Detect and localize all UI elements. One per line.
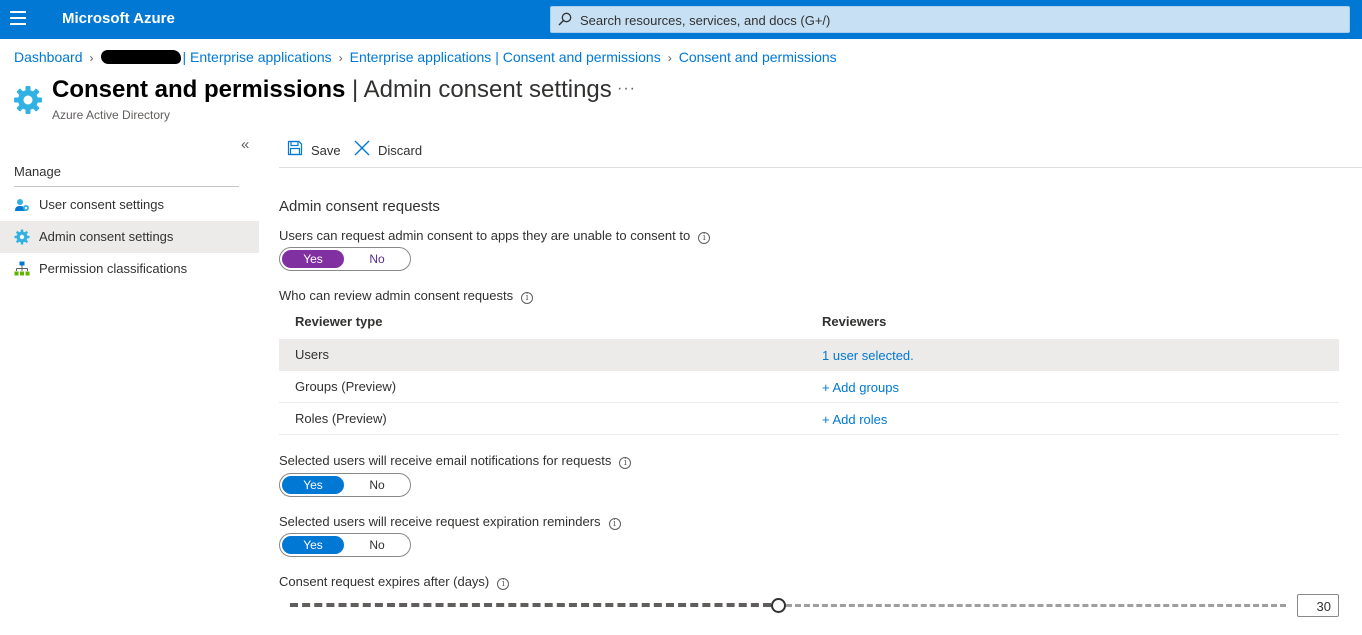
- expiry-days-input[interactable]: 30: [1297, 594, 1339, 617]
- column-header-reviewers: Reviewers: [822, 314, 887, 329]
- toggle-yes-option[interactable]: Yes: [282, 250, 344, 268]
- slider-thumb[interactable]: [770, 598, 786, 613]
- more-options-icon[interactable]: ···: [617, 80, 636, 98]
- breadcrumb-separator-icon: ›: [667, 51, 672, 65]
- search-input[interactable]: Search resources, services, and docs (G+…: [550, 6, 1350, 33]
- request-consent-toggle[interactable]: Yes No: [279, 247, 411, 271]
- save-button[interactable]: Save: [287, 140, 343, 162]
- close-icon: [354, 140, 370, 156]
- column-header-reviewer-type: Reviewer type: [295, 314, 383, 329]
- discard-button[interactable]: Discard: [354, 140, 424, 162]
- sidebar-item-user-consent-settings[interactable]: User consent settings: [0, 189, 259, 221]
- search-icon: [558, 12, 572, 26]
- breadcrumb-separator-icon: ›: [89, 51, 94, 65]
- email-notifications-label: Selected users will receive email notifi…: [279, 453, 632, 469]
- sidebar-item-permission-classifications[interactable]: Permission classifications: [0, 253, 259, 285]
- table-row: Users 1 user selected.: [279, 339, 1339, 371]
- breadcrumb-separator-icon: ›: [338, 51, 343, 65]
- slider-track-filled: [290, 603, 771, 607]
- divider: [279, 167, 1362, 168]
- expiration-reminders-toggle[interactable]: Yes No: [279, 533, 411, 557]
- table-row: Groups (Preview) + Add groups: [279, 371, 1339, 403]
- reviewer-type-cell: Users: [295, 347, 329, 362]
- redacted-tenant: [100, 50, 181, 64]
- toggle-yes-option[interactable]: Yes: [282, 476, 344, 494]
- page-subtitle: Azure Active Directory: [52, 108, 171, 122]
- reviewers-label: Who can review admin consent requests i: [279, 288, 534, 304]
- collapse-sidebar-icon[interactable]: «: [241, 136, 249, 153]
- page-title: Consent and permissions | Admin consent …: [52, 76, 612, 103]
- sidebar-item-label: User consent settings: [39, 197, 165, 212]
- expiry-days-slider[interactable]: [290, 598, 1286, 613]
- brand-name[interactable]: Microsoft Azure: [62, 10, 175, 27]
- save-label: Save: [311, 143, 341, 158]
- user-gear-icon: [15, 199, 29, 211]
- email-notifications-toggle[interactable]: Yes No: [279, 473, 411, 497]
- hierarchy-icon: [14, 261, 30, 276]
- breadcrumb-enterprise-consent[interactable]: Enterprise applications | Consent and pe…: [350, 49, 661, 65]
- breadcrumb-dashboard[interactable]: Dashboard: [14, 49, 83, 65]
- table-row: Roles (Preview) + Add roles: [279, 403, 1339, 435]
- slider-track-empty: [785, 604, 1286, 607]
- discard-label: Discard: [378, 143, 423, 158]
- sidebar-item-admin-consent-settings[interactable]: Admin consent settings: [0, 221, 259, 253]
- toggle-no-option[interactable]: No: [346, 476, 408, 494]
- search-placeholder: Search resources, services, and docs (G+…: [580, 13, 831, 28]
- toggle-yes-option[interactable]: Yes: [282, 536, 344, 554]
- reviewer-type-cell: Groups (Preview): [295, 379, 397, 394]
- toggle-no-option[interactable]: No: [346, 250, 408, 268]
- sidebar-item-label: Admin consent settings: [39, 229, 174, 244]
- add-groups-link[interactable]: + Add groups: [822, 380, 899, 395]
- gear-icon: [14, 229, 30, 245]
- breadcrumb-consent-permissions[interactable]: Consent and permissions: [679, 49, 837, 65]
- info-icon[interactable]: i: [608, 518, 621, 530]
- add-roles-link[interactable]: + Add roles: [822, 412, 887, 427]
- sidebar-item-label: Permission classifications: [39, 261, 188, 276]
- hamburger-menu-icon[interactable]: [10, 11, 26, 25]
- request-consent-label: Users can request admin consent to apps …: [279, 228, 711, 244]
- reviewer-type-cell: Roles (Preview): [295, 411, 387, 426]
- gear-icon: [14, 86, 42, 114]
- breadcrumb-enterprise-applications[interactable]: Enterprise applications: [190, 49, 332, 65]
- info-icon[interactable]: i: [698, 232, 711, 244]
- breadcrumb-divider: |: [182, 49, 187, 65]
- users-selected-link[interactable]: 1 user selected.: [822, 348, 914, 363]
- top-bar: Microsoft Azure Search resources, servic…: [0, 0, 1362, 39]
- info-icon[interactable]: i: [521, 292, 534, 304]
- expiration-reminders-label: Selected users will receive request expi…: [279, 514, 621, 530]
- divider: [14, 186, 239, 187]
- save-icon: [287, 140, 303, 156]
- toggle-no-option[interactable]: No: [346, 536, 408, 554]
- sidebar-section-manage: Manage: [14, 164, 61, 179]
- info-icon[interactable]: i: [497, 578, 510, 590]
- expiry-days-label: Consent request expires after (days) i: [279, 574, 510, 590]
- info-icon[interactable]: i: [619, 457, 632, 469]
- section-title: Admin consent requests: [279, 198, 440, 215]
- breadcrumb: Dashboard › | Enterprise applications › Ente…: [14, 49, 837, 65]
